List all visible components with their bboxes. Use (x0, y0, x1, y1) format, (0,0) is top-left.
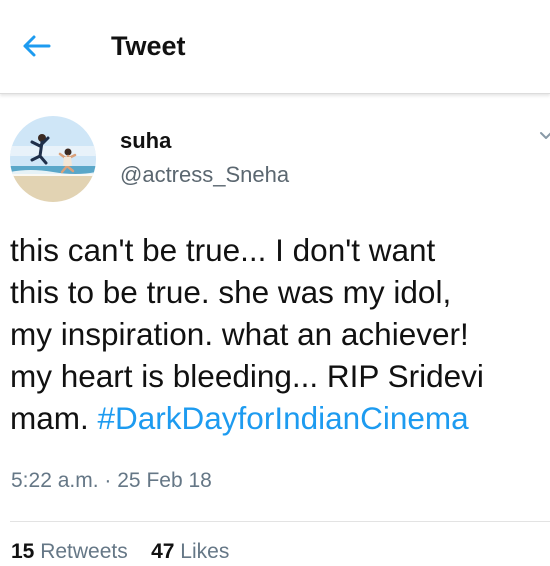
tweet-date: 25 Feb 18 (117, 469, 212, 492)
retweets-count[interactable]: 15 (11, 540, 34, 563)
arrow-left-icon (23, 35, 51, 57)
top-app-bar: Tweet (0, 0, 550, 94)
retweets-label[interactable]: Retweets (40, 540, 128, 563)
tweet-time: 5:22 a.m. (11, 469, 99, 492)
avatar[interactable] (10, 116, 96, 202)
author-handle[interactable]: @actress_Sneha (120, 161, 289, 189)
tweet-stats: 15 Retweets 47 Likes (11, 538, 229, 566)
hashtag-link[interactable]: #DarkDayforIndianCinema (98, 400, 469, 436)
page-title: Tweet (111, 31, 186, 61)
divider (10, 521, 550, 522)
chevron-down-icon[interactable] (538, 128, 550, 144)
back-button[interactable] (16, 28, 56, 64)
meta-separator: · (104, 469, 112, 492)
likes-count[interactable]: 47 (151, 540, 174, 563)
profile-photo (10, 116, 96, 202)
likes-label[interactable]: Likes (180, 540, 229, 563)
tweet-timestamp: 5:22 a.m. · 25 Feb 18 (11, 467, 212, 495)
tweet-text: this can't be true... I don't want this … (10, 229, 546, 439)
author-name[interactable]: suha (120, 127, 171, 155)
